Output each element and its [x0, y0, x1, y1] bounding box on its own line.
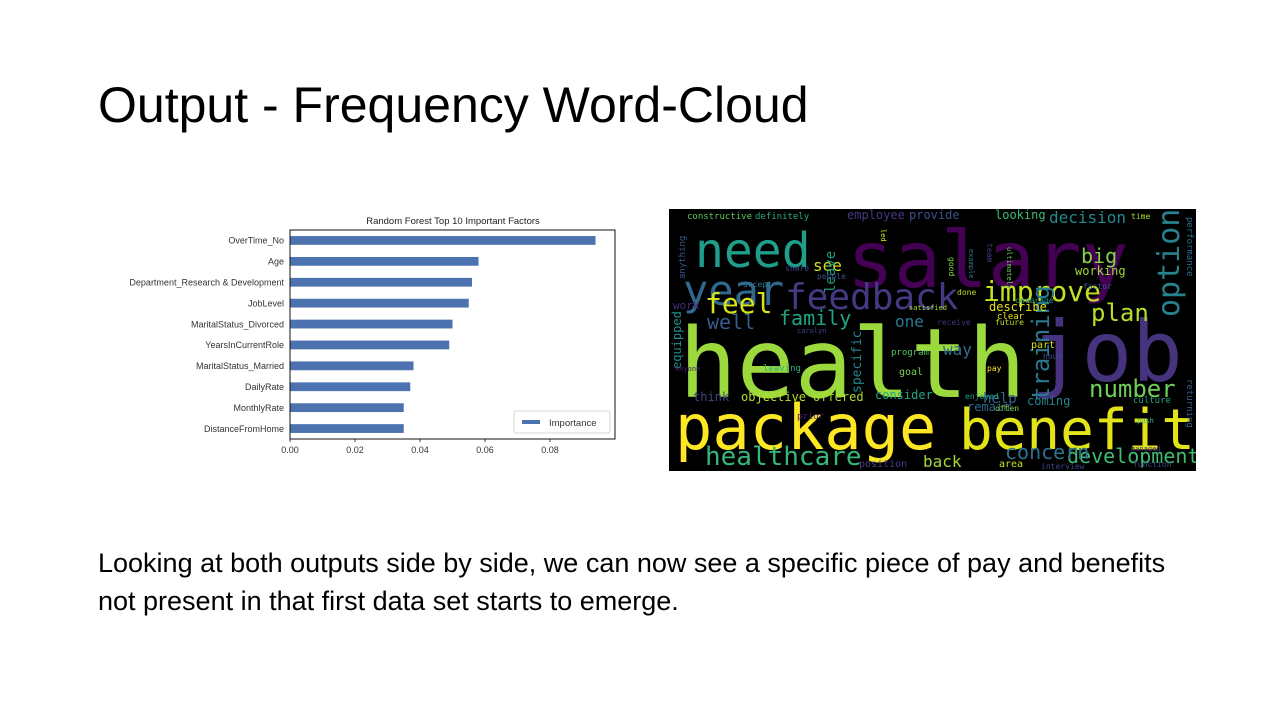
- word-cloud-word: constructive: [687, 212, 752, 222]
- word-cloud-word: leaving: [763, 364, 801, 374]
- word-cloud-word: way: [943, 340, 972, 359]
- word-cloud-word: future: [995, 318, 1024, 327]
- x-tick-label: 0.02: [346, 445, 364, 455]
- word-cloud-word: option: [1152, 209, 1187, 317]
- word-cloud-word: time: [1131, 212, 1150, 221]
- word-cloud-word: goal: [899, 367, 923, 378]
- x-tick-label: 0.08: [541, 445, 559, 455]
- bar: [290, 277, 472, 287]
- word-cloud-word: people: [817, 272, 846, 281]
- word-cloud-word: ultimately: [1005, 247, 1013, 289]
- word-cloud-word: receive: [937, 318, 971, 327]
- bar: [290, 236, 596, 245]
- word-cloud-word: done: [957, 288, 976, 297]
- word-cloud-word: satisfied: [909, 304, 947, 312]
- y-tick-label: MaritalStatus_Married: [196, 361, 284, 371]
- word-cloud-word: pay: [987, 364, 1002, 373]
- y-tick-label: JobLevel: [248, 298, 284, 308]
- y-tick-label: DailyRate: [245, 382, 284, 392]
- y-tick-label: DistanceFromHome: [204, 424, 284, 434]
- word-cloud-word: definitely: [755, 212, 810, 222]
- word-cloud-svg: healthsalaryjobpackage benefitneedyear fee…: [670, 209, 1196, 471]
- word-cloud-word: well: [707, 310, 755, 334]
- word-cloud-word: work: [673, 299, 700, 312]
- x-tick-label: 0.04: [411, 445, 429, 455]
- word-cloud-word: program: [891, 348, 929, 358]
- word-cloud-word: objective: [741, 390, 806, 404]
- word-cloud-word: working: [1075, 264, 1126, 278]
- word-cloud-word: employee: [847, 209, 905, 222]
- word-cloud-word: think: [693, 390, 730, 404]
- word-cloud-word: push: [1137, 417, 1154, 425]
- word-cloud-word: coming: [1027, 394, 1070, 408]
- word-cloud-word: led: [879, 229, 887, 242]
- word-cloud-word: area: [999, 459, 1023, 470]
- bar-chart-svg: Random Forest Top 10 Important Factors O…: [129, 216, 616, 455]
- word-cloud-word: decision: [1049, 209, 1126, 227]
- word-cloud-word: function: [1133, 460, 1172, 469]
- legend-label: Importance: [549, 418, 597, 429]
- word-cloud-word: hour: [1043, 352, 1062, 361]
- word-cloud-word: managed: [1131, 445, 1161, 453]
- word-cloud-word: share: [785, 264, 809, 273]
- word-cloud-word: looking: [995, 209, 1046, 222]
- word-cloud-word: accept: [743, 280, 772, 289]
- word-cloud-word: position: [859, 459, 907, 470]
- legend-swatch: [522, 420, 540, 424]
- word-cloud-word: healthcare: [705, 442, 862, 471]
- word-cloud-word: anyone: [675, 365, 700, 373]
- bar: [290, 319, 453, 329]
- bar: [290, 382, 411, 392]
- word-cloud-word: example: [967, 249, 975, 279]
- y-tick-label: MonthlyRate: [233, 403, 284, 413]
- word-cloud-word: part: [1031, 340, 1055, 351]
- word-cloud-word: factor: [1083, 282, 1112, 291]
- y-tick-label: Age: [268, 257, 284, 267]
- word-cloud-word: performance: [1184, 217, 1194, 277]
- y-tick-label: Department_Research & Development: [129, 277, 284, 287]
- word-cloud-word: anything: [678, 236, 688, 279]
- word-cloud-word: provide: [909, 209, 960, 222]
- feature-importance-chart: Random Forest Top 10 Important Factors O…: [96, 208, 626, 464]
- word-cloud-word: returning: [1184, 379, 1194, 428]
- y-tick-label: OverTime_No: [228, 236, 284, 246]
- chart-legend: Importance: [513, 410, 611, 434]
- word-cloud-word: team: [985, 243, 994, 262]
- word-cloud-word: consider: [875, 388, 933, 402]
- chart-title: Random Forest Top 10 Important Factors: [366, 216, 540, 227]
- bar: [290, 361, 414, 371]
- word-cloud-word: carolyn: [797, 327, 827, 335]
- word-cloud: health salary job package benefit need year fee…: [669, 209, 1196, 471]
- bar: [290, 403, 404, 413]
- bar: [290, 340, 450, 350]
- x-tick-label: 0.06: [476, 445, 494, 455]
- word-cloud-word: back: [923, 452, 962, 471]
- word-cloud-word: interview: [1041, 462, 1085, 471]
- slide-body-text: Looking at both outputs side by side, we…: [98, 548, 1166, 616]
- word-cloud-word: one: [895, 312, 924, 331]
- word-cloud-word: coverage: [1015, 296, 1054, 305]
- x-tick-label: 0.00: [281, 445, 299, 455]
- bar: [290, 424, 404, 433]
- word-cloud-word: good: [947, 257, 956, 276]
- word-cloud-word: equipped: [670, 311, 684, 369]
- word-cloud-word: culture: [1133, 396, 1171, 406]
- word-cloud-word: often: [995, 404, 1019, 413]
- slide-title: Output - Frequency Word-Cloud: [98, 77, 809, 133]
- y-tick-label: YearsInCurrentRole: [205, 340, 284, 350]
- bar: [290, 298, 469, 308]
- word-cloud-word: offered: [813, 390, 864, 404]
- word-cloud-word: specific: [850, 330, 865, 393]
- bar: [290, 256, 479, 266]
- y-tick-label: MaritalStatus_Divorced: [191, 319, 284, 329]
- word-cloud-word: plan: [1091, 299, 1149, 327]
- word-cloud-word: prior: [797, 412, 825, 422]
- word-cloud-word: enjoyed: [965, 392, 999, 401]
